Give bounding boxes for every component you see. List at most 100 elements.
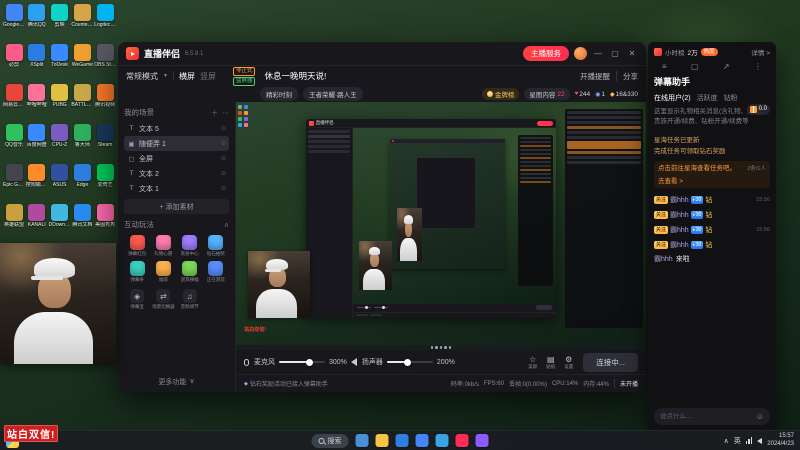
collapse-icon[interactable]: ∧: [224, 221, 229, 229]
desktop-icon[interactable]: 必剪: [3, 44, 25, 81]
scene-item[interactable]: T 文本 1 ⊙: [124, 181, 229, 196]
desktop-icon[interactable]: 爱奇艺: [94, 164, 116, 201]
interact-item[interactable]: 弹幕条: [124, 261, 150, 283]
eye-icon[interactable]: ⊙: [221, 125, 226, 132]
close-button[interactable]: ✕: [626, 49, 638, 58]
interact-item[interactable]: 迎宾横幅: [177, 261, 203, 283]
enter-username[interactable]: 霸hhh: [654, 254, 673, 264]
minimize-button[interactable]: —: [592, 49, 604, 58]
desktop-icon[interactable]: 腾讯QQ: [26, 4, 48, 41]
eye-icon[interactable]: ⊙: [221, 170, 226, 177]
network-icon[interactable]: [745, 437, 753, 444]
desktop-icon[interactable]: DDownload: [49, 204, 71, 241]
scene-item[interactable]: T 文本 2 ⊙: [124, 166, 229, 181]
chat-username[interactable]: 霸hhh: [670, 240, 689, 250]
interact-item[interactable]: 正在游玩: [203, 261, 229, 283]
promo-link[interactable]: 去查看 >: [658, 175, 766, 185]
desktop-icon[interactable]: 网易云音乐: [3, 84, 25, 121]
mic-volume-slider[interactable]: [279, 358, 325, 366]
chat-window-icon[interactable]: ↗: [723, 62, 730, 71]
game-category-button[interactable]: 王者荣耀·路人王: [303, 87, 363, 101]
broadcast-reminder-button[interactable]: 开播提醒: [580, 71, 610, 82]
desktop-icon[interactable]: 英雄联盟: [3, 204, 25, 241]
eye-icon[interactable]: ⊙: [221, 140, 226, 147]
avatar[interactable]: [574, 47, 587, 60]
taskbar-app-icon[interactable]: [395, 434, 409, 447]
desktop-icon[interactable]: ToDesk: [49, 44, 71, 81]
tab-landscape[interactable]: 横屏: [179, 71, 195, 82]
task-promo-card[interactable]: 点击前往星海查看任务吧。 2条/1人 去查看 >: [654, 161, 770, 189]
rank-detail-link[interactable]: 详情 >: [751, 47, 770, 57]
chat-input[interactable]: [660, 413, 753, 420]
star-content-badge[interactable]: 星图内容 22: [524, 88, 570, 100]
tool-item[interactable]: ⇄ 场景切换器: [150, 289, 176, 310]
audio-tool-button[interactable]: ▤ 贴纸: [546, 355, 555, 370]
desktop-icon[interactable]: CPU-Z: [49, 124, 71, 161]
desktop-icon[interactable]: 哔哩哔哩: [26, 84, 48, 121]
desktop-icon[interactable]: PUBG: [49, 84, 71, 121]
taskbar-app-icon[interactable]: [375, 434, 389, 447]
desktop-icon[interactable]: Steam: [94, 124, 116, 161]
rank-bar[interactable]: 小时榜 2万 热度 详情 >: [654, 47, 770, 57]
interact-item[interactable]: 钻石抽奖: [203, 235, 229, 257]
desktop-icon[interactable]: XSplit: [26, 44, 48, 81]
desktop-icon[interactable]: ASUS: [49, 164, 71, 201]
desktop-icon[interactable]: Edge: [71, 164, 93, 201]
audio-tool-button[interactable]: ☆ 美颜: [528, 355, 537, 370]
tool-item[interactable]: ♫ 音频调节: [177, 289, 203, 310]
taskbar-app-icon[interactable]: [415, 434, 429, 447]
mode-selector[interactable]: 常规模式: [126, 71, 158, 82]
taskbar-app-icon[interactable]: [435, 434, 449, 447]
scene-item[interactable]: ▢ 全屏 ⊙: [124, 151, 229, 166]
desktop-icon[interactable]: 鲁大师: [71, 124, 93, 161]
highlight-moments-button[interactable]: 精彩时刻: [260, 87, 298, 101]
desktop-icon[interactable]: 美图秀秀: [94, 204, 116, 241]
desktop-icon[interactable]: 腾讯视频: [94, 84, 116, 121]
chat-window-icon[interactable]: ▢: [691, 62, 699, 71]
desktop-icon[interactable]: 搜狗输入法: [26, 164, 48, 201]
gold-rank-badge[interactable]: 金牌榜: [481, 88, 520, 100]
chat-window-icon[interactable]: ≡: [662, 62, 667, 71]
speaker-icon[interactable]: [350, 358, 357, 366]
desktop-icon[interactable]: 百度网盘: [26, 124, 48, 161]
input-language-indicator[interactable]: 英: [734, 436, 741, 446]
desktop-icon[interactable]: 剪映: [49, 4, 71, 41]
connect-button[interactable]: 连接中...: [583, 352, 638, 372]
taskbar-app-icon[interactable]: [455, 434, 469, 447]
volume-icon[interactable]: [757, 437, 763, 444]
chat-username[interactable]: 霸hhh: [670, 195, 689, 205]
chat-tab[interactable]: 活跃度: [697, 93, 718, 103]
tool-item[interactable]: ◈ 弹幕宝: [124, 289, 150, 310]
eye-icon[interactable]: ⊙: [221, 185, 226, 192]
taskbar-app-icon[interactable]: [475, 434, 489, 447]
audio-tool-button[interactable]: ⚙ 设置: [564, 355, 573, 370]
scene-item[interactable]: ▣ 随便弄 1 ⊙: [124, 136, 229, 151]
desktop-icon[interactable]: Logitech G: [94, 4, 116, 41]
chat-window-icon[interactable]: ⋮: [754, 62, 762, 71]
desktop-icon[interactable]: QQ音乐: [3, 124, 25, 161]
desktop-icon[interactable]: WeGame: [71, 44, 93, 81]
desktop-icon[interactable]: Google Chrome: [3, 4, 25, 41]
tab-portrait[interactable]: 竖屏: [200, 71, 216, 82]
scene-more-icon[interactable]: ⋯: [222, 109, 229, 117]
chat-input-box[interactable]: ☺: [654, 408, 770, 425]
more-functions-button[interactable]: 更多功能 ∨: [124, 374, 229, 387]
desktop-icon[interactable]: OBS Studio: [94, 44, 116, 81]
speaker-volume-slider[interactable]: [386, 358, 433, 366]
taskbar-search[interactable]: 搜索: [311, 433, 349, 448]
desktop-icon[interactable]: Counter-S: [71, 4, 93, 41]
chat-username[interactable]: 霸hhh: [670, 210, 689, 220]
share-button[interactable]: 分享: [623, 71, 638, 82]
desktop-icon[interactable]: 腾讯文档: [71, 204, 93, 241]
anchor-service-button[interactable]: 主播服务: [523, 46, 569, 61]
interact-item[interactable]: 福袋: [150, 261, 176, 283]
chat-username[interactable]: 霸hhh: [670, 225, 689, 235]
chat-tab[interactable]: 钻粉: [724, 93, 738, 103]
add-scene-icon[interactable]: ＋: [211, 108, 218, 118]
desktop-icon[interactable]: BATTLEGR: [71, 84, 93, 121]
scene-item[interactable]: T 文本 5 ⊙: [124, 121, 229, 136]
maximize-button[interactable]: ▢: [609, 49, 621, 58]
desktop-icon[interactable]: Epic Games: [3, 164, 25, 201]
eye-icon[interactable]: ⊙: [221, 155, 226, 162]
add-source-button[interactable]: + 添加素材: [124, 199, 229, 214]
